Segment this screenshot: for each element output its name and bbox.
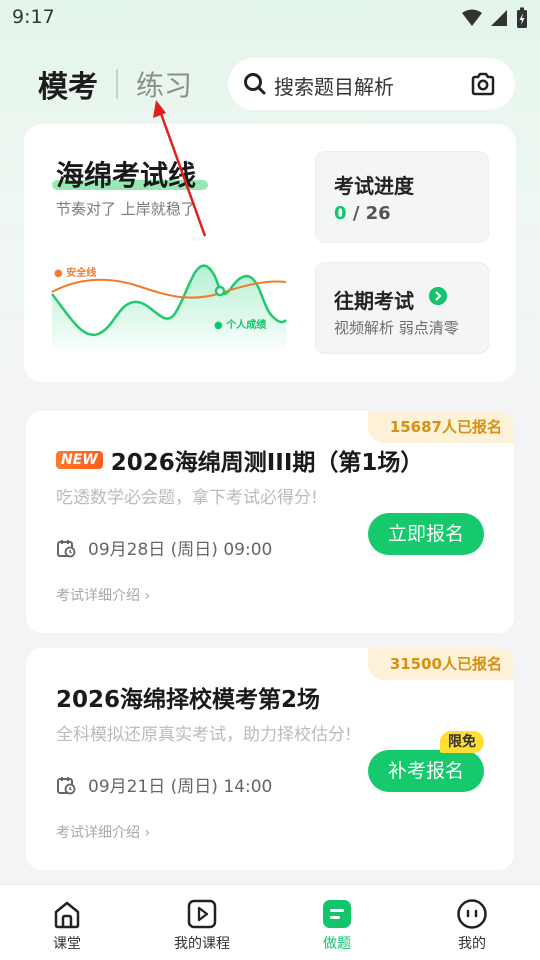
status-bar: 9:17 xyxy=(0,0,540,36)
chart-point xyxy=(214,285,226,297)
chevron-right-icon xyxy=(429,287,447,305)
exam-details-link[interactable]: 考试详细介绍 › xyxy=(56,822,150,842)
practice-icon xyxy=(323,900,351,928)
nav-label: 课堂 xyxy=(53,936,81,952)
exam-title: 2026海绵周测III期（第1场） xyxy=(110,450,424,476)
annotation-arrow xyxy=(153,100,207,237)
past-exams-subtitle: 视频解析 弱点清零 xyxy=(334,319,459,337)
signup-button[interactable]: 立即报名 xyxy=(368,513,484,555)
exam-title-row: 2026海绵择校模考第2场 xyxy=(56,680,320,714)
signup-count-badge: 15687人已报名 xyxy=(367,411,514,443)
exam-title: 2026海绵择校模考第2场 xyxy=(56,687,321,713)
camera-icon[interactable] xyxy=(469,70,497,98)
signal-icon xyxy=(491,10,507,26)
profile-icon xyxy=(457,899,487,929)
safe-line-label: ● 安全线 xyxy=(54,268,97,279)
nav-label: 我的课程 xyxy=(174,936,230,952)
signup-count-badge: 31500人已报名 xyxy=(367,648,514,680)
status-icons xyxy=(462,7,528,29)
exam-date-row: 09月28日 (周日) 09:00 xyxy=(56,535,272,560)
home-icon xyxy=(54,901,80,929)
exam-description: 吃透数学必会题，拿下考试必得分! xyxy=(56,488,318,508)
exam-title-row: NEW 2026海绵周测III期（第1场） xyxy=(56,443,423,477)
play-icon xyxy=(187,899,217,929)
nav-item-practice[interactable]: 做题 xyxy=(297,897,377,953)
exam-card[interactable]: 31500人已报名 2026海绵择校模考第2场 全科模拟还原真实考试，助力择校估… xyxy=(26,648,514,870)
status-time: 9:17 xyxy=(12,6,55,28)
wifi-icon xyxy=(462,9,482,26)
past-exams-box[interactable]: 往期考试 视频解析 弱点清零 xyxy=(315,262,489,354)
nav-label: 我的 xyxy=(458,936,486,952)
past-exams-title: 往期考试 xyxy=(334,289,414,313)
calendar-clock-icon xyxy=(57,539,76,557)
nav-item-classroom[interactable]: 课堂 xyxy=(27,897,107,953)
new-badge: NEW xyxy=(56,451,103,469)
free-badge: 限免 xyxy=(440,731,484,753)
search-placeholder: 搜索题目解析 xyxy=(274,75,394,99)
calendar-clock-icon xyxy=(57,776,76,794)
tab-mock-exam[interactable]: 模考 xyxy=(38,62,98,106)
exam-date: 09月21日 (周日) 14:00 xyxy=(88,777,273,797)
bottom-nav: 课堂 我的课程 做题 我的 xyxy=(0,884,540,960)
makeup-signup-button[interactable]: 补考报名 xyxy=(368,750,484,792)
exam-date-row: 09月21日 (周日) 14:00 xyxy=(56,772,272,797)
progress-value: 0 / 26 xyxy=(334,203,391,224)
nav-item-my-courses[interactable]: 我的课程 xyxy=(162,897,242,953)
tab-divider xyxy=(116,69,118,99)
search-bar[interactable]: 搜索题目解析 xyxy=(228,58,515,110)
exam-details-link[interactable]: 考试详细介绍 › xyxy=(56,585,150,605)
search-icon xyxy=(244,73,266,95)
personal-score-label: ● 个人成绩 xyxy=(214,320,267,331)
progress-title: 考试进度 xyxy=(334,174,414,198)
exam-description: 全科模拟还原真实考试，助力择校估分! xyxy=(56,725,352,745)
exam-date: 09月28日 (周日) 09:00 xyxy=(88,540,273,560)
battery-icon xyxy=(517,7,527,28)
nav-label: 做题 xyxy=(323,936,351,952)
exam-progress-box[interactable]: 考试进度 0 / 26 xyxy=(315,151,489,243)
exam-line-card: 海绵考试线 节奏对了 上岸就稳了 ● 安全线 ● 个人成绩 考试进度 0 / 2… xyxy=(24,124,516,382)
exam-card[interactable]: 15687人已报名 NEW 2026海绵周测III期（第1场） 吃透数学必会题，… xyxy=(26,411,514,633)
nav-item-profile[interactable]: 我的 xyxy=(432,897,512,953)
